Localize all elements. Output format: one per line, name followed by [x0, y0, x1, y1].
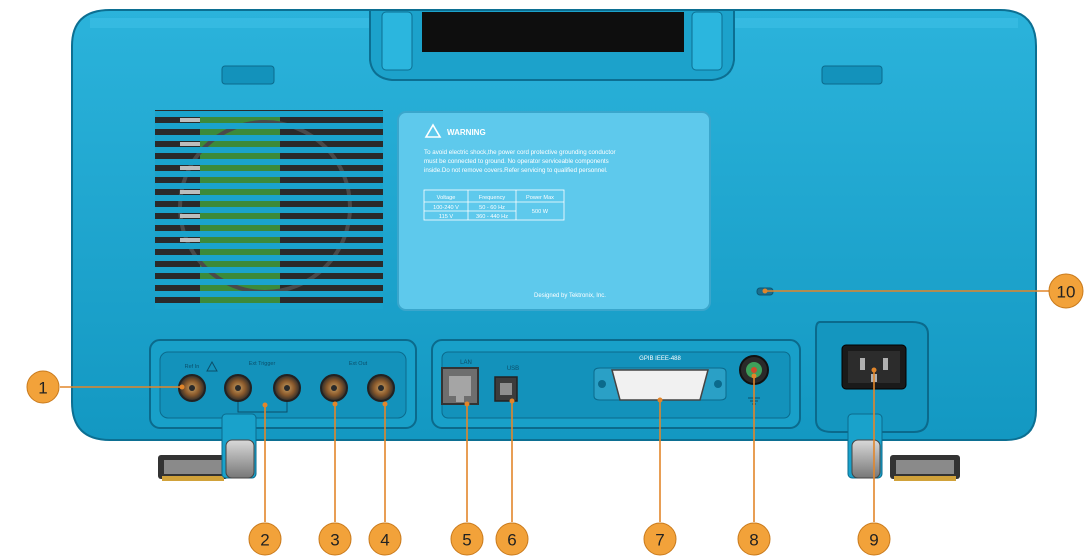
table-cell-voltage-2: 115 V [439, 214, 453, 220]
warning-text-line-1: To avoid electric shock,the power cord p… [424, 149, 616, 156]
callout-4-number: 4 [380, 531, 389, 550]
ref-in-label: Ref In [185, 364, 200, 370]
callout-6-number: 6 [507, 531, 516, 550]
ext-trigger-label: Ext Trigger [249, 361, 276, 367]
designed-by-text: Designed by Tektronix, Inc. [534, 293, 606, 299]
rear-feet [158, 455, 960, 481]
callout-2: 2 [248, 522, 282, 556]
usb-label: USB [507, 366, 519, 372]
callout-9: 9 [857, 522, 891, 556]
callout-5-number: 5 [462, 531, 471, 550]
warning-text-line-3: inside.Do not remove covers.Refer servic… [424, 167, 608, 174]
warning-label-plate: WARNING To avoid electric shock,the powe… [397, 111, 711, 311]
ext-out-label: Ext Out [349, 361, 368, 367]
gpib-label: GPIB IEEE-488 [639, 356, 681, 362]
callout-4: 4 [368, 522, 402, 556]
callout-1-number: 1 [38, 379, 47, 398]
warning-heading: WARNING [447, 128, 486, 137]
table-header-power: Power Max [526, 195, 554, 201]
lan-port [441, 367, 479, 405]
callout-10-number: 10 [1057, 283, 1076, 302]
carry-handle [369, 9, 735, 81]
lan-label: LAN [460, 360, 472, 366]
fan-vent [155, 110, 383, 309]
callout-7-number: 7 [655, 531, 664, 550]
table-header-frequency: Frequency [479, 195, 506, 201]
table-header-voltage: Voltage [437, 195, 456, 201]
table-cell-power: 500 W [532, 209, 549, 215]
table-cell-voltage-1: 100-240 V [433, 205, 459, 211]
table-cell-frequency-1: 50 - 60 Hz [479, 205, 505, 211]
usb-port [494, 376, 518, 402]
instrument-rear-panel-diagram: WARNING To avoid electric shock,the powe… [26, 9, 1084, 556]
warning-text-line-2: must be connected to ground. No operator… [424, 158, 609, 165]
callout-3: 3 [318, 522, 352, 556]
table-cell-frequency-2: 360 - 440 Hz [476, 214, 508, 220]
callout-5: 5 [450, 522, 484, 556]
callout-8: 8 [737, 522, 771, 556]
callout-9-number: 9 [869, 531, 878, 550]
callout-7: 7 [643, 522, 677, 556]
callout-10: 10 [1048, 273, 1084, 309]
callout-6: 6 [495, 522, 529, 556]
callout-3-number: 3 [330, 531, 339, 550]
gpib-connector [593, 367, 727, 401]
callout-2-number: 2 [260, 531, 269, 550]
callout-1: 1 [26, 370, 60, 404]
callout-8-number: 8 [749, 531, 758, 550]
